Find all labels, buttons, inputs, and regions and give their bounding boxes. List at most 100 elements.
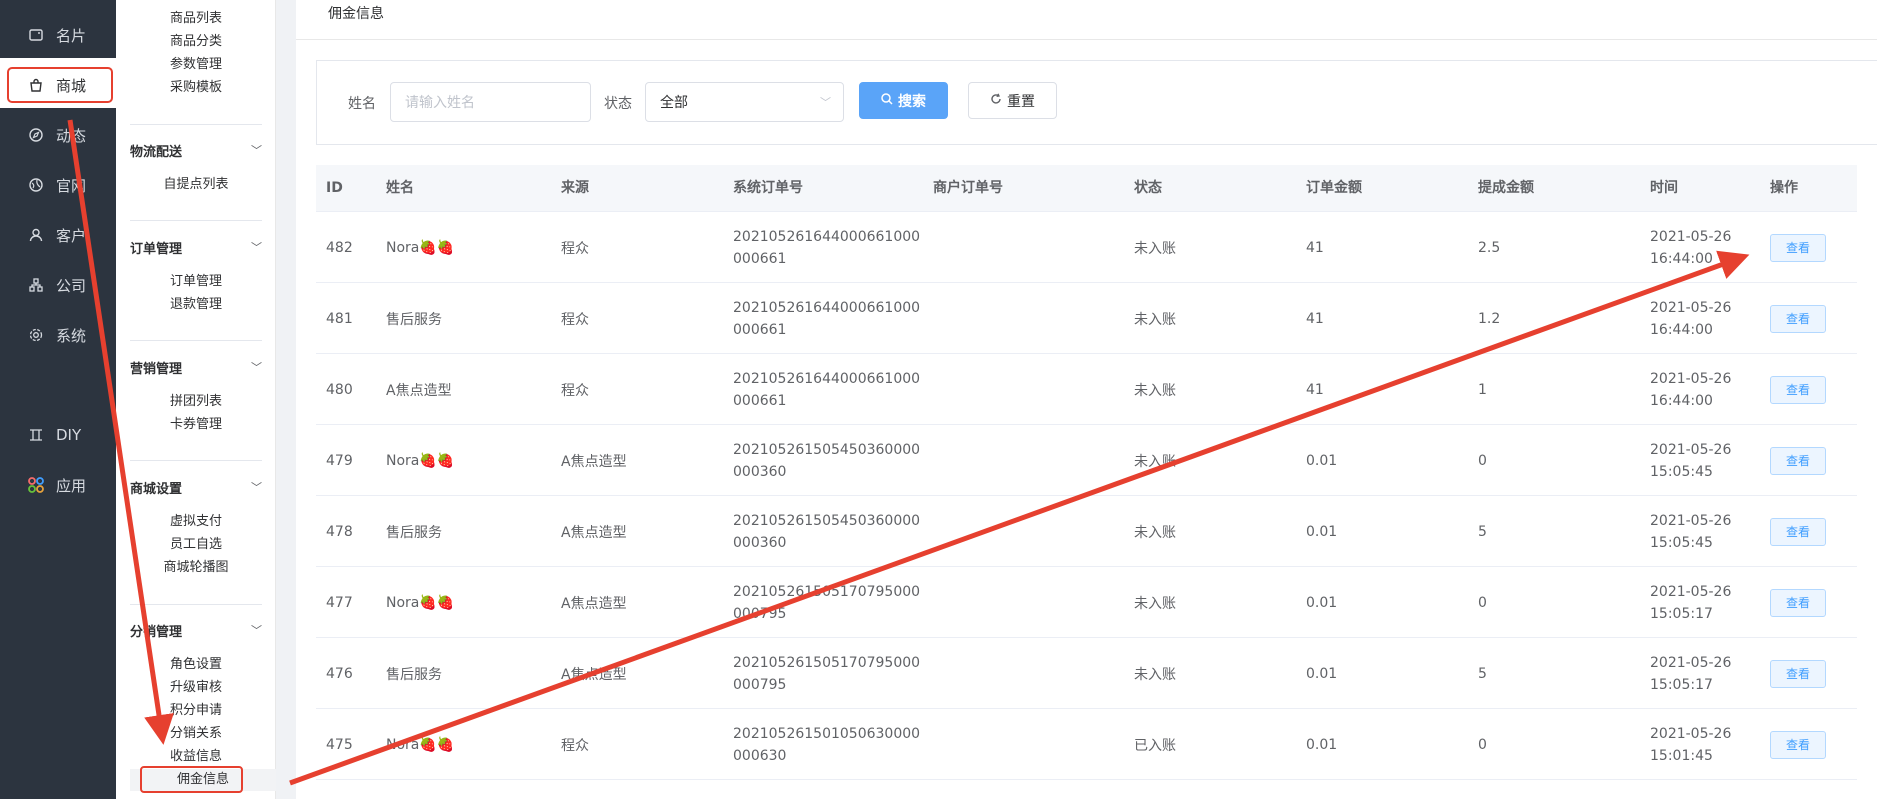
submenu-item-group-buy[interactable]: 拼团列表 <box>116 391 276 413</box>
cell-name: Nora🍓🍓 <box>386 452 455 469</box>
rail-item-dynamic[interactable]: 动态 <box>0 110 116 160</box>
rail-item-label: DIY <box>56 426 82 444</box>
view-button[interactable]: 查看 <box>1770 659 1826 688</box>
submenu-group-orders[interactable]: 订单管理 ﹀ <box>130 236 262 258</box>
submenu-item-roles[interactable]: 角色设置 <box>116 654 276 676</box>
cell-id: 481 <box>326 310 353 327</box>
submenu-group-distribution[interactable]: 分销管理 ﹀ <box>130 619 262 641</box>
table-header: ID 姓名 来源 系统订单号 商户订单号 状态 订单金额 提成金额 时间 操作 <box>316 165 1857 212</box>
submenu-item-commission[interactable]: 佣金信息 <box>130 766 276 793</box>
col-sys-order: 系统订单号 <box>733 180 803 196</box>
cell-commission: 1 <box>1478 381 1487 398</box>
cell-name: Nora🍓🍓 <box>386 736 455 753</box>
cell-amount: 0.01 <box>1306 736 1338 753</box>
divider <box>130 604 262 605</box>
submenu-item-virtual-pay[interactable]: 虚拟支付 <box>116 511 276 533</box>
submenu-group-marketing[interactable]: 营销管理 ﹀ <box>130 356 262 378</box>
main-nav-rail: 名片 商城 动态 官网 客户 公司 系统 DIY 应用 <box>0 0 116 799</box>
submenu-item-params[interactable]: 参数管理 <box>116 54 276 76</box>
group-title: 营销管理 <box>130 361 183 377</box>
col-id: ID <box>326 180 343 196</box>
view-button[interactable]: 查看 <box>1770 233 1826 262</box>
submenu-item-staff-select[interactable]: 员工自选 <box>116 534 276 556</box>
search-icon <box>881 92 893 109</box>
filter-bar: 姓名 请输入姓名 状态 全部 ﹀ 搜索 重置 <box>316 60 1877 145</box>
search-button[interactable]: 搜索 <box>859 82 948 119</box>
org-icon <box>28 277 44 293</box>
diy-icon <box>28 427 44 443</box>
view-button[interactable]: 查看 <box>1770 375 1826 404</box>
cell-status: 未入账 <box>1134 382 1176 399</box>
view-button[interactable]: 查看 <box>1770 446 1826 475</box>
submenu-group-logistics[interactable]: 物流配送 ﹀ <box>130 139 262 161</box>
submenu-item-coupons[interactable]: 卡券管理 <box>116 414 276 436</box>
rail-item-system[interactable]: 系统 <box>0 310 116 360</box>
col-time: 时间 <box>1650 180 1678 196</box>
rail-item-label: 应用 <box>56 476 87 495</box>
submenu-item-purchase-template[interactable]: 采购模板 <box>116 77 276 99</box>
cell-source: 程众 <box>561 382 589 399</box>
rail-item-card[interactable]: 名片 <box>0 10 116 60</box>
apps-icon <box>28 477 44 493</box>
cell-commission: 2.5 <box>1478 239 1501 256</box>
cell-commission: 5 <box>1478 523 1487 540</box>
submenu-item-product-list[interactable]: 商品列表 <box>116 8 276 30</box>
submenu-item-earnings[interactable]: 收益信息 <box>116 746 276 768</box>
reset-button-label: 重置 <box>1007 93 1035 110</box>
table-body: 482 Nora🍓🍓 程众 202105261644000661000000661 未入… <box>316 212 1857 780</box>
submenu-item-order-manage[interactable]: 订单管理 <box>116 271 276 293</box>
col-amount: 订单金额 <box>1306 180 1362 196</box>
group-title: 订单管理 <box>130 241 183 257</box>
cell-sys-order: 202105261505450360000000360 <box>733 441 921 480</box>
submenu-item-carousel[interactable]: 商城轮播图 <box>116 557 276 579</box>
status-select[interactable]: 全部 ﹀ <box>645 82 844 122</box>
cell-time: 2021-05-26 15:05:45 <box>1650 512 1732 551</box>
annotation-highlight <box>7 67 113 103</box>
cell-action: 查看 <box>1770 496 1826 567</box>
cell-amount: 41 <box>1306 310 1324 327</box>
cell-time: 2021-05-26 16:44:00 <box>1650 299 1732 338</box>
compass-icon <box>28 127 44 143</box>
rail-item-customer[interactable]: 客户 <box>0 210 116 260</box>
cell-action: 查看 <box>1770 283 1826 354</box>
table-row: 478 售后服务 A焦点造型 202105261505450360000000360 未… <box>316 496 1857 567</box>
cell-commission: 1.2 <box>1478 310 1501 327</box>
page-title: 佣金信息 <box>328 6 384 22</box>
reset-button[interactable]: 重置 <box>968 82 1057 119</box>
view-button[interactable]: 查看 <box>1770 517 1826 546</box>
cell-time: 2021-05-26 15:01:45 <box>1650 725 1732 764</box>
submenu-item-product-category[interactable]: 商品分类 <box>116 31 276 53</box>
search-button-label: 搜索 <box>898 93 926 110</box>
cell-amount: 0.01 <box>1306 665 1338 682</box>
submenu-item-points-apply[interactable]: 积分申请 <box>116 700 276 722</box>
submenu-item-upgrade-review[interactable]: 升级审核 <box>116 677 276 699</box>
table-row: 476 售后服务 A焦点造型 202105261505170795000000795 未… <box>316 638 1857 709</box>
table-row: 480 A焦点造型 程众 202105261644000661000000661 未入账… <box>316 354 1857 425</box>
submenu-item-refund[interactable]: 退款管理 <box>116 294 276 316</box>
cell-sys-order: 202105261644000661000000661 <box>733 299 921 338</box>
refresh-icon <box>990 93 1002 109</box>
submenu-item-pickup[interactable]: 自提点列表 <box>116 174 276 196</box>
view-button[interactable]: 查看 <box>1770 730 1826 759</box>
group-title: 商城设置 <box>130 481 183 497</box>
cell-amount: 0.01 <box>1306 452 1338 469</box>
submenu-group-shop-settings[interactable]: 商城设置 ﹀ <box>130 476 262 498</box>
view-button[interactable]: 查看 <box>1770 304 1826 333</box>
view-button[interactable]: 查看 <box>1770 588 1826 617</box>
cell-sys-order: 202105261505170795000000795 <box>733 583 921 622</box>
name-search-input[interactable]: 请输入姓名 <box>390 82 591 122</box>
page-header: 佣金信息 <box>296 0 1877 40</box>
rail-item-website[interactable]: 官网 <box>0 160 116 210</box>
rail-item-apps[interactable]: 应用 <box>0 460 116 510</box>
cell-action: 查看 <box>1770 354 1826 425</box>
rail-item-diy[interactable]: DIY <box>0 410 116 460</box>
rail-item-shop[interactable]: 商城 <box>0 60 116 110</box>
annotation-highlight <box>140 766 243 793</box>
cell-source: 程众 <box>561 311 589 328</box>
rail-item-company[interactable]: 公司 <box>0 260 116 310</box>
submenu-item-distribution-relation[interactable]: 分销关系 <box>116 723 276 745</box>
chevron-down-icon: ﹀ <box>251 241 262 254</box>
cell-sys-order: 202105261501050630000000630 <box>733 725 921 764</box>
gear-icon <box>28 327 44 343</box>
cell-sys-order: 202105261644000661000000661 <box>733 228 921 267</box>
